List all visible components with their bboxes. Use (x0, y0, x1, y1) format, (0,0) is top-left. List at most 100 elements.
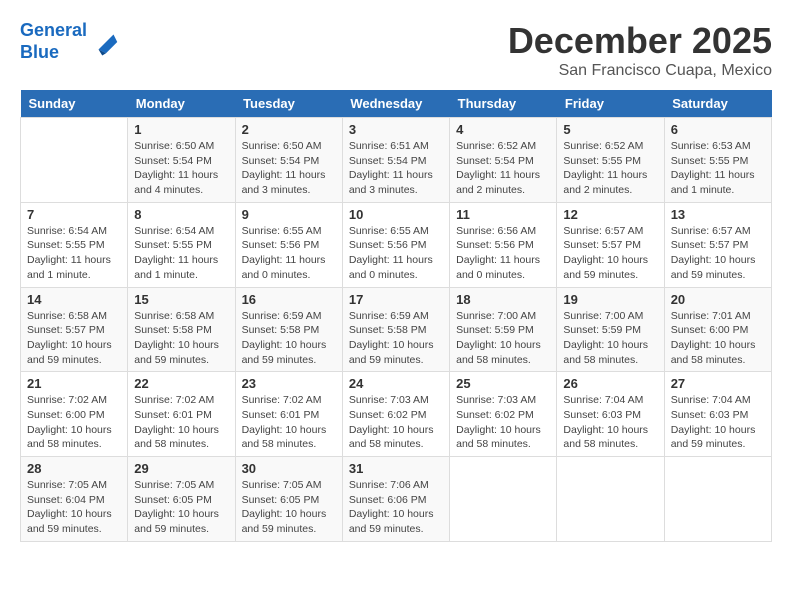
day-cell: 10Sunrise: 6:55 AM Sunset: 5:56 PM Dayli… (342, 202, 449, 287)
day-info: Sunrise: 6:54 AM Sunset: 5:55 PM Dayligh… (27, 224, 121, 283)
location: San Francisco Cuapa, Mexico (508, 62, 772, 80)
calendar-table: SundayMondayTuesdayWednesdayThursdayFrid… (20, 90, 772, 542)
day-info: Sunrise: 7:02 AM Sunset: 6:01 PM Dayligh… (134, 393, 228, 452)
day-info: Sunrise: 6:54 AM Sunset: 5:55 PM Dayligh… (134, 224, 228, 283)
day-cell: 5 Sunrise: 6:52 AM Sunset: 5:55 PM Daylig… (557, 118, 664, 203)
day-info: Sunrise: 6:50 AM Sunset: 5:54 PM Dayligh… (134, 139, 228, 198)
header-friday: Friday (557, 90, 664, 118)
day-cell: 12Sunrise: 6:57 AM Sunset: 5:57 PM Dayli… (557, 202, 664, 287)
day-cell: 7Sunrise: 6:54 AM Sunset: 5:55 PM Daylig… (21, 202, 128, 287)
header-sunday: Sunday (21, 90, 128, 118)
day-number: 23 (242, 376, 336, 391)
day-info: Sunrise: 6:55 AM Sunset: 5:56 PM Dayligh… (242, 224, 336, 283)
day-info: Sunrise: 6:58 AM Sunset: 5:58 PM Dayligh… (134, 309, 228, 368)
week-row-1: 7Sunrise: 6:54 AM Sunset: 5:55 PM Daylig… (21, 202, 772, 287)
day-number: 18 (456, 292, 550, 307)
day-cell: 21 Sunrise: 7:02 AM Sunset: 6:00 PM Dayli… (21, 372, 128, 457)
header-saturday: Saturday (664, 90, 771, 118)
week-row-2: 14 Sunrise: 6:58 AM Sunset: 5:57 PM Dayli… (21, 287, 772, 372)
header-thursday: Thursday (450, 90, 557, 118)
day-number: 16 (242, 292, 336, 307)
day-info: Sunrise: 6:57 AM Sunset: 5:57 PM Dayligh… (671, 224, 765, 283)
day-info: Sunrise: 7:00 AM Sunset: 5:59 PM Dayligh… (563, 309, 657, 368)
day-info: Sunrise: 6:50 AM Sunset: 5:54 PM Dayligh… (242, 139, 336, 198)
day-number: 22 (134, 376, 228, 391)
day-cell: 23Sunrise: 7:02 AM Sunset: 6:01 PM Dayli… (235, 372, 342, 457)
day-number: 24 (349, 376, 443, 391)
day-number: 20 (671, 292, 765, 307)
day-number: 11 (456, 207, 550, 222)
day-cell: 27Sunrise: 7:04 AM Sunset: 6:03 PM Dayli… (664, 372, 771, 457)
day-cell: 30 Sunrise: 7:05 AM Sunset: 6:05 PM Dayli… (235, 457, 342, 542)
day-cell: 20 Sunrise: 7:01 AM Sunset: 6:00 PM Dayli… (664, 287, 771, 372)
logo-general: General (20, 20, 87, 40)
day-cell: 24Sunrise: 7:03 AM Sunset: 6:02 PM Dayli… (342, 372, 449, 457)
day-cell: 25 Sunrise: 7:03 AM Sunset: 6:02 PM Dayli… (450, 372, 557, 457)
day-info: Sunrise: 7:05 AM Sunset: 6:05 PM Dayligh… (242, 478, 336, 537)
day-info: Sunrise: 7:06 AM Sunset: 6:06 PM Dayligh… (349, 478, 443, 537)
day-info: Sunrise: 6:52 AM Sunset: 5:55 PM Dayligh… (563, 139, 657, 198)
day-number: 25 (456, 376, 550, 391)
page-header: General Blue December 2025 San Francisco… (20, 20, 772, 80)
month-title: December 2025 (508, 20, 772, 62)
day-number: 8 (134, 207, 228, 222)
day-cell: 15 Sunrise: 6:58 AM Sunset: 5:58 PM Dayli… (128, 287, 235, 372)
day-cell: 16 Sunrise: 6:59 AM Sunset: 5:58 PM Dayli… (235, 287, 342, 372)
header-wednesday: Wednesday (342, 90, 449, 118)
day-cell: 1Sunrise: 6:50 AM Sunset: 5:54 PM Daylig… (128, 118, 235, 203)
day-cell: 19 Sunrise: 7:00 AM Sunset: 5:59 PM Dayli… (557, 287, 664, 372)
day-number: 5 (563, 122, 657, 137)
header-monday: Monday (128, 90, 235, 118)
day-number: 27 (671, 376, 765, 391)
day-cell: 22 Sunrise: 7:02 AM Sunset: 6:01 PM Dayli… (128, 372, 235, 457)
day-number: 6 (671, 122, 765, 137)
logo-icon (91, 27, 121, 57)
day-cell: 3Sunrise: 6:51 AM Sunset: 5:54 PM Daylig… (342, 118, 449, 203)
day-info: Sunrise: 7:05 AM Sunset: 6:05 PM Dayligh… (134, 478, 228, 537)
day-info: Sunrise: 6:59 AM Sunset: 5:58 PM Dayligh… (242, 309, 336, 368)
day-cell: 8 Sunrise: 6:54 AM Sunset: 5:55 PM Daylig… (128, 202, 235, 287)
day-number: 28 (27, 461, 121, 476)
day-info: Sunrise: 7:04 AM Sunset: 6:03 PM Dayligh… (563, 393, 657, 452)
day-number: 17 (349, 292, 443, 307)
day-info: Sunrise: 6:51 AM Sunset: 5:54 PM Dayligh… (349, 139, 443, 198)
day-info: Sunrise: 6:58 AM Sunset: 5:57 PM Dayligh… (27, 309, 121, 368)
day-cell: 28 Sunrise: 7:05 AM Sunset: 6:04 PM Dayli… (21, 457, 128, 542)
day-number: 13 (671, 207, 765, 222)
day-info: Sunrise: 7:01 AM Sunset: 6:00 PM Dayligh… (671, 309, 765, 368)
day-info: Sunrise: 7:03 AM Sunset: 6:02 PM Dayligh… (456, 393, 550, 452)
title-block: December 2025 San Francisco Cuapa, Mexic… (508, 20, 772, 80)
day-info: Sunrise: 6:55 AM Sunset: 5:56 PM Dayligh… (349, 224, 443, 283)
day-number: 26 (563, 376, 657, 391)
day-cell (664, 457, 771, 542)
day-number: 19 (563, 292, 657, 307)
day-info: Sunrise: 6:53 AM Sunset: 5:55 PM Dayligh… (671, 139, 765, 198)
day-info: Sunrise: 6:59 AM Sunset: 5:58 PM Dayligh… (349, 309, 443, 368)
day-info: Sunrise: 6:56 AM Sunset: 5:56 PM Dayligh… (456, 224, 550, 283)
day-number: 4 (456, 122, 550, 137)
day-cell: 6 Sunrise: 6:53 AM Sunset: 5:55 PM Daylig… (664, 118, 771, 203)
day-number: 14 (27, 292, 121, 307)
day-cell: 29 Sunrise: 7:05 AM Sunset: 6:05 PM Dayli… (128, 457, 235, 542)
day-cell: 4 Sunrise: 6:52 AM Sunset: 5:54 PM Daylig… (450, 118, 557, 203)
day-cell: 14 Sunrise: 6:58 AM Sunset: 5:57 PM Dayli… (21, 287, 128, 372)
day-number: 21 (27, 376, 121, 391)
day-cell: 31 Sunrise: 7:06 AM Sunset: 6:06 PM Dayli… (342, 457, 449, 542)
day-cell (450, 457, 557, 542)
day-info: Sunrise: 6:52 AM Sunset: 5:54 PM Dayligh… (456, 139, 550, 198)
day-cell: 9 Sunrise: 6:55 AM Sunset: 5:56 PM Daylig… (235, 202, 342, 287)
week-row-3: 21 Sunrise: 7:02 AM Sunset: 6:00 PM Dayli… (21, 372, 772, 457)
day-cell: 26 Sunrise: 7:04 AM Sunset: 6:03 PM Dayli… (557, 372, 664, 457)
day-number: 31 (349, 461, 443, 476)
day-number: 30 (242, 461, 336, 476)
logo: General Blue (20, 20, 121, 63)
day-cell: 17 Sunrise: 6:59 AM Sunset: 5:58 PM Dayli… (342, 287, 449, 372)
day-info: Sunrise: 7:02 AM Sunset: 6:00 PM Dayligh… (27, 393, 121, 452)
day-cell: 13 Sunrise: 6:57 AM Sunset: 5:57 PM Dayli… (664, 202, 771, 287)
day-number: 15 (134, 292, 228, 307)
day-info: Sunrise: 7:05 AM Sunset: 6:04 PM Dayligh… (27, 478, 121, 537)
day-info: Sunrise: 7:00 AM Sunset: 5:59 PM Dayligh… (456, 309, 550, 368)
day-number: 29 (134, 461, 228, 476)
day-number: 9 (242, 207, 336, 222)
logo-blue: Blue (20, 42, 59, 62)
